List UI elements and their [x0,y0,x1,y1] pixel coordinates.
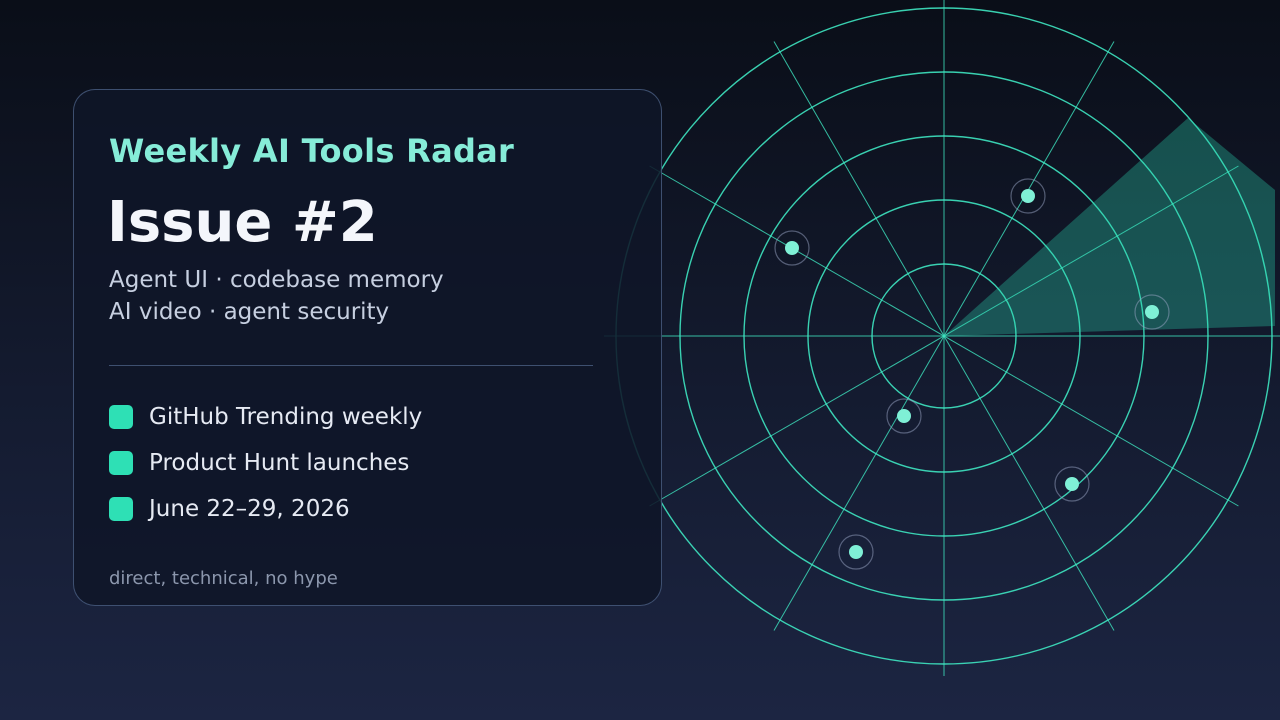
source-list: GitHub Trending weekly Product Hunt laun… [109,394,422,532]
radar-blip [774,230,810,266]
blip-dot [1065,477,1079,491]
radar-blip [1054,466,1090,502]
source-label: GitHub Trending weekly [149,404,423,430]
bullet-square-icon [109,497,133,521]
source-item: June 22–29, 2026 [109,486,422,532]
blip-dot [897,409,911,423]
issue-card: Weekly AI Tools Radar Issue #2 Agent UI … [73,89,662,606]
topics-block: Agent UI · codebase memory AI video · ag… [109,264,444,328]
blip-dot [849,545,863,559]
radar-blip [838,534,874,570]
topics-line: AI video · agent security [109,299,390,325]
date-range: June 22–29, 2026 [149,496,350,522]
blip-dot [1021,189,1035,203]
issue-number: Issue #2 [107,190,378,255]
radar-blip [1010,178,1046,214]
source-label: Product Hunt launches [149,450,410,476]
radar-blip [886,398,922,434]
source-item: Product Hunt launches [109,440,422,486]
blip-dot [1145,305,1159,319]
topics-line: Agent UI · codebase memory [109,267,444,293]
bullet-square-icon [109,451,133,475]
tagline: direct, technical, no hype [109,568,338,589]
divider [109,365,593,366]
radar-sweep [944,118,1275,336]
newsletter-title: Weekly AI Tools Radar [109,132,515,170]
bullet-square-icon [109,405,133,429]
blip-dot [785,241,799,255]
source-item: GitHub Trending weekly [109,394,422,440]
